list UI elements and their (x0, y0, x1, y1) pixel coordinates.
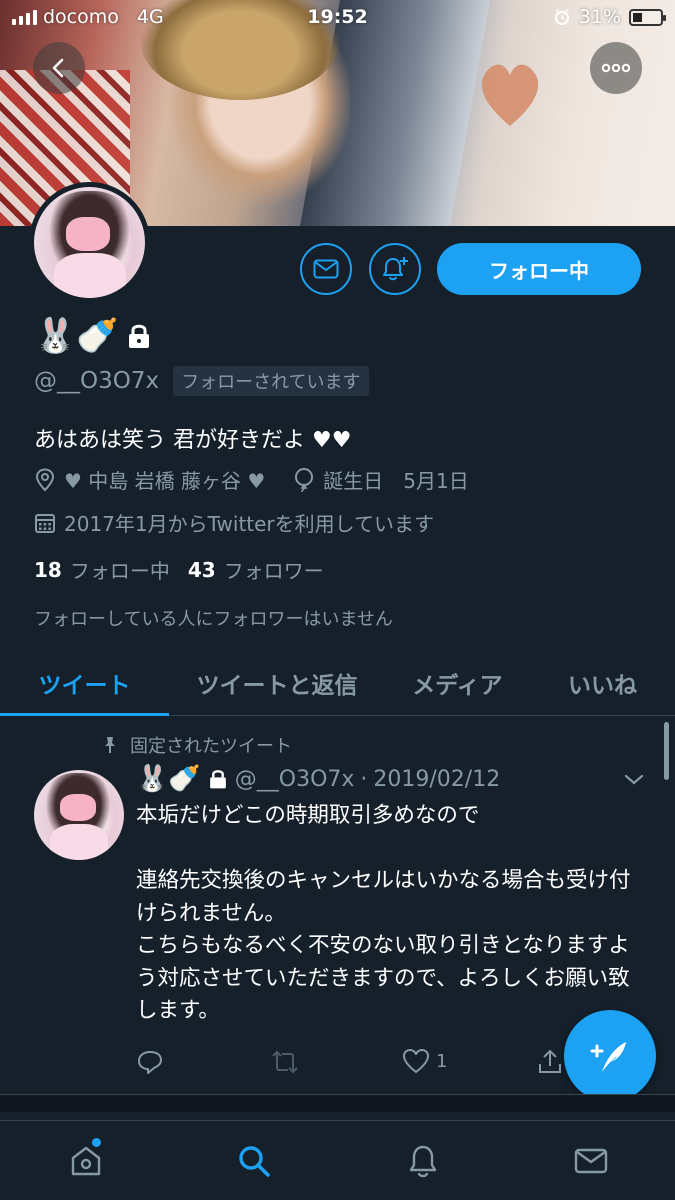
message-button[interactable] (300, 243, 352, 295)
location: ♥︎ 中島 岩橋 藤ヶ谷 ♥︎ (34, 465, 265, 494)
display-name-emoji: 🐰🍼 (34, 316, 119, 356)
joined-date: 2017年1月からTwitterを利用しています (34, 508, 434, 537)
tweet-handle: @__O3O7x (234, 766, 355, 792)
lock-icon (128, 324, 149, 348)
compose-tweet-button[interactable] (564, 1010, 656, 1102)
nav-messages[interactable] (561, 1135, 621, 1187)
following-button[interactable]: フォロー中 (437, 243, 641, 295)
tab-tweets[interactable]: ツイート (0, 650, 169, 716)
tweet-header: 🐰🍼 @__O3O7x · 2019/02/12 (136, 764, 500, 794)
profile-handle: @__O3O7x (34, 368, 160, 394)
joined-text: 2017年1月からTwitterを利用しています (64, 512, 435, 536)
retweet-icon (272, 1050, 298, 1074)
pin-icon (105, 737, 115, 753)
tab-media[interactable]: メディア (385, 650, 530, 716)
nav-notifications[interactable] (393, 1135, 453, 1187)
section-separator (0, 1094, 675, 1112)
compose-feather-icon (590, 1042, 626, 1072)
retweet-button[interactable] (270, 1048, 300, 1076)
active-tab-indicator (0, 713, 169, 716)
followers-count[interactable]: 43 (188, 558, 216, 582)
reply-icon (138, 1051, 162, 1074)
banner-heart-shape (481, 64, 539, 126)
search-icon (239, 1146, 270, 1177)
home-icon (71, 1146, 101, 1176)
lock-icon (209, 770, 226, 789)
bell-plus-icon (383, 257, 408, 281)
tweet-actions: 1 (136, 1048, 566, 1084)
more-options-button[interactable] (590, 42, 642, 94)
tweet-separator: · (360, 766, 368, 792)
calendar-icon (35, 513, 55, 533)
location-text: ♥︎ 中島 岩橋 藤ヶ谷 ♥︎ (64, 469, 266, 493)
profile-avatar[interactable] (29, 182, 150, 303)
followers-you-know: フォローしている人にフォロワーはいません (34, 609, 393, 630)
battery-icon (629, 8, 666, 26)
bell-icon (409, 1145, 437, 1178)
profile-meta: ♥︎ 中島 岩橋 藤ヶ谷 ♥︎ 誕生日 5月1日 (34, 465, 469, 494)
display-name: 🐰🍼 (34, 316, 153, 356)
share-button[interactable] (536, 1048, 564, 1076)
tweet-avatar[interactable] (34, 770, 124, 860)
birthday-text: 誕生日 5月1日 (323, 469, 469, 493)
chevron-left-icon (52, 58, 64, 78)
following-label[interactable]: フォロー中 (70, 555, 170, 584)
battery-percent: 31% (578, 6, 621, 28)
envelope-icon (313, 259, 339, 279)
tweet-body: 本垢だけどこの時期取引多めなので 連絡先交換後のキャンセルはいかなる場合も受け付… (136, 803, 631, 1023)
tweet-menu-button[interactable] (622, 768, 646, 796)
scrollbar[interactable] (664, 722, 669, 780)
share-icon (539, 1049, 561, 1073)
more-dots-icon (601, 63, 631, 73)
notifications-button[interactable] (369, 243, 421, 295)
alarm-icon (554, 9, 569, 25)
follow-counts: 18 フォロー中 43 フォロワー (34, 555, 342, 584)
back-button[interactable] (33, 42, 85, 94)
like-count: 1 (436, 1050, 448, 1072)
home-unread-dot (92, 1138, 101, 1147)
nav-home[interactable] (56, 1135, 116, 1187)
follows-you-badge: フォローされています (173, 366, 369, 396)
tab-likes[interactable]: いいね (530, 650, 675, 716)
bottom-navigation (0, 1120, 675, 1200)
balloon-icon (295, 467, 314, 492)
location-pin-icon (35, 467, 55, 491)
envelope-icon (574, 1148, 608, 1174)
tab-tweets-and-replies[interactable]: ツイートと返信 (169, 650, 385, 716)
status-bar: docomo 4G 19:52 31% (0, 0, 675, 36)
reply-button[interactable] (136, 1048, 164, 1076)
tweet-date: 2019/02/12 (373, 766, 501, 792)
tweet-author-emoji[interactable]: 🐰🍼 (136, 764, 201, 794)
heart-icon (403, 1049, 429, 1073)
following-count[interactable]: 18 (34, 558, 62, 582)
birthday: 誕生日 5月1日 (293, 465, 469, 494)
pinned-label: 固定されたツイート (100, 732, 292, 758)
nav-search[interactable] (224, 1135, 284, 1187)
like-button[interactable]: 1 (402, 1048, 447, 1074)
followers-label[interactable]: フォロワー (224, 555, 324, 584)
profile-tabs: ツイート ツイートと返信 メディア いいね (0, 650, 675, 716)
profile-bio: あはあは笑う 君が好きだよ ♥︎♥︎ (34, 428, 352, 453)
pinned-text: 固定されたツイート (130, 736, 292, 757)
chevron-down-icon (624, 774, 644, 785)
